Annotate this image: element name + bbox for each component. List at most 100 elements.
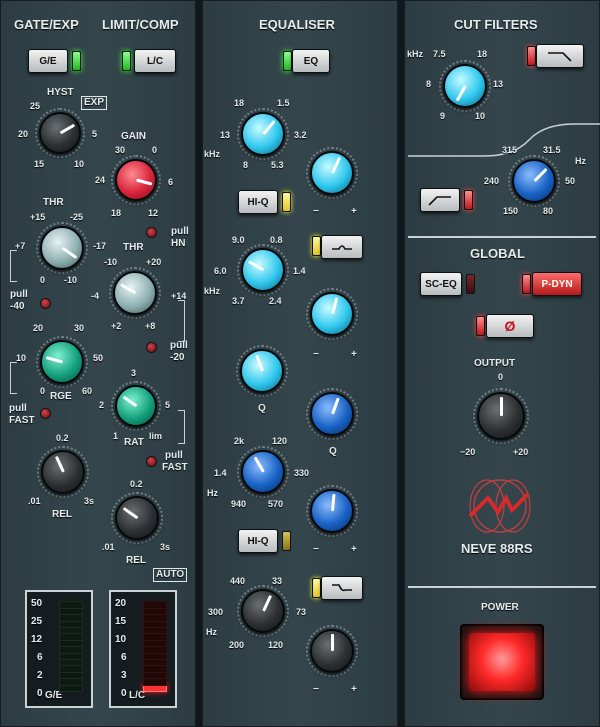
low-shelf-shape-button[interactable] — [321, 576, 363, 600]
lmf-q-label: Q — [329, 446, 337, 457]
hmf-gain-minus: − — [313, 349, 319, 360]
pull-fast-right-value: FAST — [162, 462, 188, 473]
b1-unit: kHz — [204, 149, 221, 159]
pull-fast-right-indicator[interactable] — [146, 456, 157, 467]
rat-label: RAT — [124, 437, 144, 448]
b4-scale-120: 120 — [268, 640, 284, 650]
pull-minus40-indicator[interactable] — [40, 298, 51, 309]
gain-scale-6: 6 — [168, 177, 174, 187]
gate-release-knob[interactable] — [37, 446, 89, 498]
rel1-scale-02: 0.2 — [56, 433, 69, 443]
hyst-scale-10: 10 — [74, 159, 85, 169]
ge-segs-segment — [59, 600, 83, 609]
pull-minus20-value: -20 — [170, 352, 185, 363]
hpf-led — [464, 190, 473, 210]
gate-exp-title: GATE/EXP — [14, 17, 79, 32]
hyst-knob[interactable] — [35, 108, 85, 158]
neve-logo — [468, 479, 531, 533]
lc-scale-3: 3 — [121, 670, 127, 681]
pull-fast-right-label: pull — [165, 450, 183, 461]
p-dyn-button[interactable]: P-DYN — [532, 272, 582, 296]
rge-scale-0: 0 — [40, 386, 46, 396]
highpass-icon — [428, 196, 451, 206]
thr1-scale-p15: +15 — [30, 212, 46, 222]
lmf-q-knob[interactable] — [306, 388, 358, 440]
hpf-scale-240: 240 — [484, 176, 500, 186]
gain-scale-0: 0 — [152, 145, 158, 155]
hf-frequency-knob[interactable] — [237, 108, 289, 160]
section-rule — [408, 586, 596, 588]
comp-release-knob[interactable] — [111, 492, 163, 544]
gate-threshold-knob[interactable] — [36, 222, 88, 274]
range-knob[interactable] — [36, 336, 88, 388]
hpf-scale-150: 150 — [503, 206, 519, 216]
b3-scale-2k: 2k — [234, 436, 245, 446]
b4-scale-200: 200 — [229, 640, 245, 650]
ge-scale-0: 0 — [37, 688, 43, 699]
hmf-q-knob[interactable] — [236, 345, 288, 397]
pull-bracket — [178, 300, 185, 342]
power-label: POWER — [481, 602, 519, 613]
sc-eq-button[interactable]: SC-EQ — [420, 272, 462, 296]
gain-scale-12: 12 — [148, 208, 159, 218]
ratio-knob[interactable] — [111, 381, 161, 431]
comp-threshold-knob[interactable] — [109, 267, 161, 319]
b1-scale-18: 18 — [234, 98, 245, 108]
pull-fast-left-indicator[interactable] — [40, 408, 51, 419]
lmf-gain-knob[interactable] — [306, 485, 358, 537]
lf-gain-plus: + — [351, 684, 357, 695]
ge-scale-25: 25 — [31, 616, 43, 627]
lf-frequency-knob[interactable] — [237, 585, 289, 637]
power-lamp — [469, 633, 535, 691]
gate-exp-enable-button[interactable]: G/E — [28, 49, 68, 73]
lc-scale-15: 15 — [115, 616, 127, 627]
pull-fast-left-label: pull — [9, 403, 27, 414]
gain-label: GAIN — [121, 131, 146, 142]
lmf-frequency-knob[interactable] — [237, 446, 289, 498]
limit-comp-enable-button[interactable]: L/C — [134, 49, 176, 73]
auto-badge: AUTO — [153, 568, 188, 582]
hpf-scale-31.5: 31.5 — [543, 145, 561, 155]
pull-hn-label: pull — [171, 226, 189, 237]
hiq-led-1 — [282, 192, 291, 212]
b1-scale-13: 13 — [220, 130, 231, 140]
b4-scale-300: 300 — [208, 607, 224, 617]
hpf-enable-button[interactable] — [420, 188, 460, 212]
pull-hn-indicator[interactable] — [146, 227, 157, 238]
hmf-gain-knob[interactable] — [306, 288, 358, 340]
lf-gain-knob[interactable] — [306, 625, 358, 677]
rel2-label: REL — [126, 555, 146, 566]
hpf-frequency-knob[interactable] — [508, 155, 560, 207]
b1-scale-8: 8 — [243, 160, 249, 170]
thr2-scale-p2: +2 — [111, 321, 122, 331]
hmf-gain-plus: + — [351, 349, 357, 360]
output-knob[interactable] — [473, 388, 529, 444]
lc-segs-segment — [143, 600, 167, 609]
gain-knob[interactable] — [111, 155, 161, 205]
b3-scale-940: 940 — [231, 499, 247, 509]
lpf-frequency-knob[interactable] — [439, 60, 491, 112]
hiq-button-2[interactable]: HI-Q — [238, 529, 278, 553]
rat-scale-lim: lim — [149, 431, 163, 441]
pull-minus20-indicator[interactable] — [146, 342, 157, 353]
lpf-scale-7.5: 7.5 — [433, 49, 446, 59]
rge-scale-20: 20 — [33, 323, 44, 333]
lpf-enable-button[interactable] — [536, 44, 584, 68]
hmf-frequency-knob[interactable] — [237, 244, 289, 296]
rge-scale-50: 50 — [93, 353, 104, 363]
limit-comp-led — [122, 51, 131, 71]
bell-shape-button[interactable] — [321, 235, 363, 259]
hiq-button-1[interactable]: HI-Q — [238, 190, 278, 214]
b1-scale-5.3: 5.3 — [271, 160, 284, 170]
pull-fast-left-value: FAST — [9, 415, 35, 426]
rel1-scale-3s: 3s — [84, 496, 95, 506]
b3-scale-1.4: 1.4 — [214, 468, 227, 478]
eq-enable-button[interactable]: EQ — [292, 49, 330, 73]
phase-invert-button[interactable]: Ø — [486, 314, 534, 338]
b4-scale-33: 33 — [272, 576, 283, 586]
b2-scale-1.4: 1.4 — [293, 266, 306, 276]
hf-gain-knob[interactable] — [306, 147, 358, 199]
hpf-scale-50: 50 — [565, 176, 576, 186]
hpf-scale-80: 80 — [543, 206, 554, 216]
power-button[interactable] — [460, 624, 544, 700]
